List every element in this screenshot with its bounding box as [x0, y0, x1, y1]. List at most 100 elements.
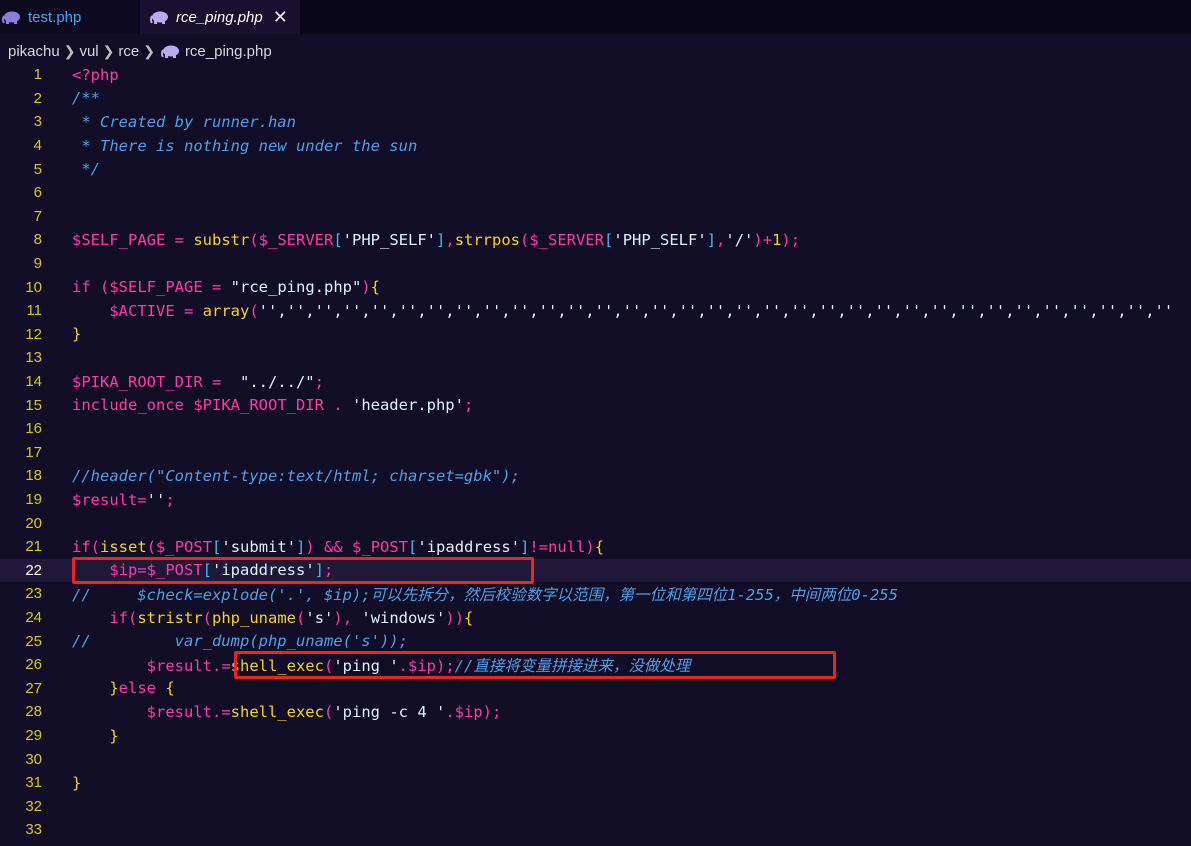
code-line[interactable]: 1 <?php	[0, 63, 1191, 87]
code-line[interactable]: 8 $SELF_PAGE = substr($_SERVER['PHP_SELF'…	[0, 228, 1191, 252]
code-line[interactable]: 9	[0, 252, 1191, 276]
line-number: 9	[33, 255, 42, 273]
line-number: 24	[25, 609, 42, 627]
line-number: 15	[25, 396, 42, 414]
code-text: if(stristr(php_uname('s'), 'windows')){	[109, 608, 474, 627]
breadcrumb-item[interactable]: rce_ping.php	[185, 43, 272, 60]
code-line[interactable]: 5 */	[0, 157, 1191, 181]
code-text: // var_dump(php_uname('s'));	[72, 632, 408, 651]
code-text: <?php	[72, 65, 119, 84]
line-number: 27	[25, 679, 42, 697]
code-line[interactable]: 28 $result.=shell_exec('ping -c 4 '.$ip)…	[0, 700, 1191, 724]
code-text: if ($SELF_PAGE = "rce_ping.php"){	[72, 278, 381, 297]
code-text: }else {	[109, 679, 175, 698]
code-line[interactable]: 20	[0, 511, 1191, 535]
code-text: * Created by runner.han	[72, 112, 296, 131]
line-number: 11	[26, 302, 42, 320]
code-line[interactable]: 30	[0, 747, 1191, 771]
code-text: $result.=shell_exec('ping -c 4 '.$ip);	[146, 702, 502, 721]
tab-label: test.php	[28, 8, 82, 26]
code-line[interactable]: 24 if(stristr(php_uname('s'), 'windows')…	[0, 606, 1191, 630]
php-elephant-icon	[160, 45, 179, 58]
line-number: 10	[25, 278, 42, 296]
line-number: 8	[33, 231, 42, 249]
code-line[interactable]: 31}	[0, 771, 1191, 795]
code-line[interactable]: 16	[0, 417, 1191, 441]
code-line[interactable]: 33	[0, 818, 1191, 842]
code-text: }	[72, 773, 82, 792]
line-number: 19	[25, 491, 42, 509]
close-icon[interactable]: ✕	[273, 7, 288, 28]
line-number: 17	[25, 443, 42, 461]
code-text: * There is nothing new under the sun	[72, 136, 418, 155]
line-number: 31	[25, 774, 42, 792]
code-line[interactable]: 21 if(isset($_POST['submit']) && $_POST['…	[0, 535, 1191, 559]
code-line[interactable]: 25 // var_dump(php_uname('s'));	[0, 629, 1191, 653]
code-line[interactable]: 3 * Created by runner.han	[0, 110, 1191, 134]
code-text: $ACTIVE = array('','','','','','','','',…	[109, 301, 1174, 320]
line-number: 4	[33, 137, 42, 155]
code-line[interactable]: 29 }	[0, 724, 1191, 748]
line-number: 5	[33, 160, 42, 178]
code-line[interactable]: 7	[0, 205, 1191, 229]
code-text: /**	[72, 89, 100, 108]
code-line[interactable]: 12}	[0, 323, 1191, 347]
line-number: 3	[33, 113, 42, 131]
code-text: //header("Content-type:text/html; charse…	[72, 466, 520, 485]
code-line[interactable]: 2 /**	[0, 87, 1191, 111]
line-number: 28	[25, 703, 42, 721]
chevron-right-icon: ❯	[143, 42, 155, 59]
line-number: 1	[33, 66, 42, 84]
code-line[interactable]: 13	[0, 346, 1191, 370]
code-line[interactable]: 4 * There is nothing new under the sun	[0, 134, 1191, 158]
line-number: 12	[25, 325, 42, 343]
code-editor[interactable]: 1 <?php 2/** 3 * Created by runner.han 4 * T…	[0, 63, 1191, 846]
code-line[interactable]: 32	[0, 795, 1191, 819]
breadcrumb-item[interactable]: vul	[79, 43, 98, 60]
line-number: 7	[33, 207, 42, 225]
line-number: 32	[25, 797, 42, 815]
line-number: 33	[25, 821, 42, 839]
code-line[interactable]: 23 // $check=explode('.', $ip);可以先拆分，然后校验…	[0, 582, 1191, 606]
code-line[interactable]: 14 $PIKA_ROOT_DIR = "../../";	[0, 370, 1191, 394]
tab-test-php[interactable]: test.php	[0, 0, 138, 34]
line-number: 23	[25, 585, 42, 603]
code-line[interactable]: 15 include_once $PIKA_ROOT_DIR . 'header.…	[0, 393, 1191, 417]
line-number: 20	[25, 514, 42, 532]
breadcrumb-item[interactable]: pikachu	[8, 43, 60, 60]
line-number: 26	[25, 656, 42, 674]
highlight-box	[234, 651, 836, 679]
chevron-right-icon: ❯	[102, 42, 115, 59]
code-line[interactable]: 27 }else {	[0, 677, 1191, 701]
line-number: 14	[25, 373, 42, 391]
highlight-box	[72, 556, 534, 585]
php-elephant-icon	[150, 11, 168, 24]
line-number: 22	[25, 561, 42, 579]
code-line[interactable]: 17	[0, 441, 1191, 465]
line-number: 13	[25, 349, 42, 367]
chevron-right-icon: ❯	[63, 42, 76, 59]
code-text: $PIKA_ROOT_DIR = "../../";	[72, 372, 324, 391]
code-line[interactable]: 11 $ACTIVE = array('','','','','','','',…	[0, 299, 1191, 323]
breadcrumb-item[interactable]: rce	[118, 43, 139, 60]
code-text: include_once $PIKA_ROOT_DIR . 'header.ph…	[72, 396, 474, 415]
code-text: }	[109, 726, 119, 745]
code-line[interactable]: 18 //header("Content-type:text/html; char…	[0, 464, 1191, 488]
line-number: 25	[25, 632, 42, 650]
line-number: 29	[25, 727, 42, 745]
code-text: }	[72, 325, 82, 344]
line-number: 2	[33, 89, 42, 107]
code-text: if(isset($_POST['submit']) && $_POST['ip…	[72, 537, 605, 556]
php-elephant-icon	[2, 11, 20, 24]
line-number: 6	[33, 184, 42, 202]
code-text: */	[72, 160, 100, 179]
line-number: 30	[25, 750, 42, 768]
code-line[interactable]: 6	[0, 181, 1191, 205]
tab-rce-ping-php[interactable]: rce_ping.php ✕	[140, 0, 300, 34]
line-number: 21	[25, 538, 42, 556]
line-number: 18	[25, 467, 42, 485]
line-number: 16	[25, 420, 42, 438]
code-line[interactable]: 19 $result='';	[0, 488, 1191, 512]
code-text: $SELF_PAGE = substr($_SERVER['PHP_SELF']…	[72, 230, 801, 249]
code-line[interactable]: 10 if ($SELF_PAGE = "rce_ping.php"){	[0, 275, 1191, 299]
